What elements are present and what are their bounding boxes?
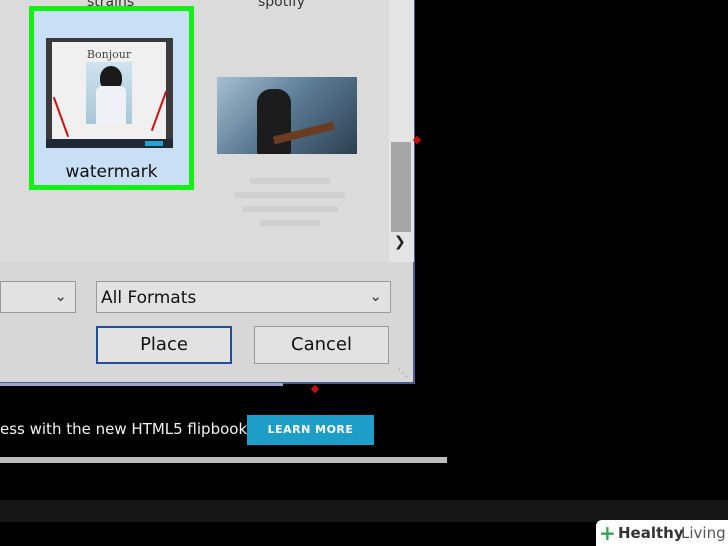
scroll-down-icon[interactable]: ❯ xyxy=(394,234,406,250)
file-item-label-faded xyxy=(230,170,350,242)
place-button[interactable]: Place xyxy=(96,326,232,364)
logo-word-healthy: Healthy xyxy=(618,524,684,542)
footer-bar xyxy=(0,500,728,522)
banner-text: ess with the new HTML5 flipbooks. xyxy=(0,420,260,438)
learn-more-button[interactable]: LEARN MORE xyxy=(247,415,374,445)
file-name-select[interactable]: ⌄ xyxy=(0,281,76,313)
healthy-living-logo: + Healthy Living xyxy=(596,520,728,546)
thumbnail-title: Bonjour xyxy=(86,48,132,61)
format-select[interactable]: All Formats ⌄ xyxy=(96,281,391,313)
horizontal-scrollbar[interactable] xyxy=(0,383,283,386)
file-item-spotify-thumbnail[interactable] xyxy=(217,77,357,154)
promo-banner: ess with the new HTML5 flipbooks. LEARN … xyxy=(0,406,447,456)
file-item-watermark[interactable]: Bonjour watermark xyxy=(29,6,194,190)
file-browser-pane: strains spotify Bonjour watermark xyxy=(0,0,389,262)
place-file-dialog: strains spotify Bonjour watermark ❯ ⌄ Al… xyxy=(0,0,415,384)
cancel-button[interactable]: Cancel xyxy=(254,326,389,364)
scrollbar-thumb[interactable] xyxy=(391,142,411,232)
resize-grip-icon[interactable]: ⋱ xyxy=(398,368,408,379)
logo-word-living: Living xyxy=(681,524,726,542)
chevron-down-icon: ⌄ xyxy=(369,287,382,305)
item-caption-partial: spotify xyxy=(258,0,306,10)
annotation-marker xyxy=(310,384,320,394)
file-item-label: watermark xyxy=(65,162,158,182)
format-select-value: All Formats xyxy=(101,288,197,308)
file-thumbnail: Bonjour xyxy=(46,38,173,148)
divider xyxy=(0,457,447,463)
chevron-down-icon: ⌄ xyxy=(54,287,67,305)
vertical-scrollbar[interactable]: ❯ xyxy=(389,0,414,262)
plus-icon: + xyxy=(599,521,616,545)
